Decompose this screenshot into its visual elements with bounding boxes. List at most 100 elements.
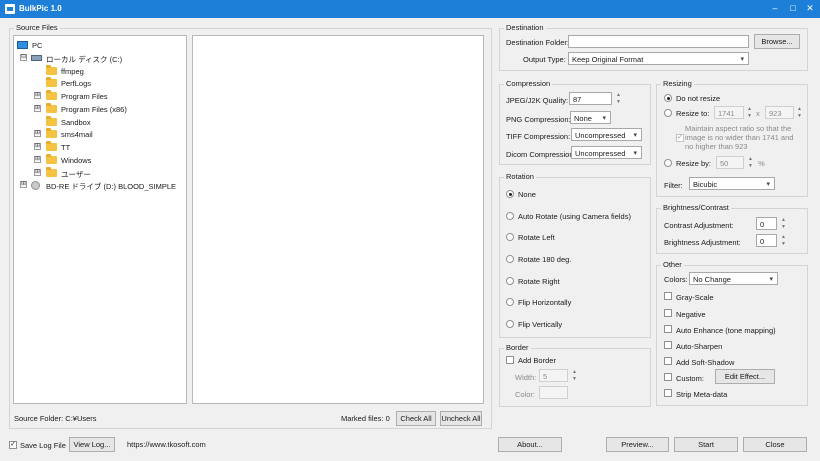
resize-to-radio[interactable] <box>664 109 672 117</box>
tree-item[interactable]: PerfLogs <box>14 77 184 89</box>
tree-item[interactable]: ⊞ TT <box>14 141 184 153</box>
spin-down-icon[interactable]: ▼ <box>571 376 578 383</box>
expand-icon[interactable]: ⊞ <box>34 143 41 150</box>
spin-up-icon[interactable]: ▲ <box>780 234 787 241</box>
output-type-select[interactable]: Keep Original Format ▾ <box>568 52 749 65</box>
folder-tree[interactable]: PC ⊟ ローカル ディスク (C:) ffmpeg PerfLogs ⊞ Program … <box>13 35 187 404</box>
tree-item-label: ローカル ディスク (C:) <box>46 54 123 64</box>
resize-height-input[interactable]: 923 <box>765 106 794 119</box>
uncheck-all-button[interactable]: Uncheck All <box>440 411 482 426</box>
spin-down-icon[interactable]: ▼ <box>780 241 787 248</box>
edit-effect-button[interactable]: Edit Effect... <box>715 369 775 384</box>
maintain-aspect-checkbox[interactable]: ✓ <box>676 134 684 142</box>
rotation-radio[interactable] <box>506 277 514 285</box>
resize-percent-sign: % <box>758 159 765 168</box>
collapse-icon[interactable]: ⊟ <box>20 53 27 61</box>
resize-by-radio[interactable] <box>664 159 672 167</box>
expand-icon[interactable]: ⊞ <box>34 92 41 99</box>
rotation-radio[interactable] <box>506 212 514 220</box>
preview-button[interactable]: Preview... <box>606 437 669 452</box>
png-compression-select[interactable]: None ▾ <box>570 111 611 124</box>
tree-item[interactable]: ⊞ sms4mail <box>14 128 184 140</box>
tree-item[interactable]: Sandbox <box>14 115 184 128</box>
tree-item[interactable]: ⊞ ユーザー <box>14 166 184 179</box>
spin-up-icon[interactable]: ▲ <box>747 156 754 163</box>
save-log-checkbox[interactable]: ✓ <box>9 441 17 449</box>
spin-down-icon[interactable]: ▼ <box>615 99 622 106</box>
gray-scale-checkbox[interactable] <box>664 292 672 300</box>
compression-label: Compression <box>504 79 553 88</box>
filter-select[interactable]: Bicubic ▾ <box>689 177 775 190</box>
rotation-radio[interactable] <box>506 255 514 263</box>
spin-up-icon[interactable]: ▲ <box>796 106 803 113</box>
spin-up-icon[interactable]: ▲ <box>746 106 753 113</box>
jpeg-quality-input[interactable]: 87 <box>569 92 612 105</box>
tree-item[interactable]: ⊟ ローカル ディスク (C:) <box>14 52 184 64</box>
about-button[interactable]: About... <box>498 437 562 452</box>
tiff-compression-select[interactable]: Uncompressed ▾ <box>571 128 642 141</box>
close-window-button[interactable]: ✕ <box>804 2 816 15</box>
spin-up-icon[interactable]: ▲ <box>571 369 578 376</box>
tree-item[interactable]: ffmpeg <box>14 64 184 77</box>
spin-down-icon[interactable]: ▼ <box>747 163 754 170</box>
strip-meta-checkbox[interactable] <box>664 389 672 397</box>
resize-percent-input[interactable]: 50 <box>716 156 744 169</box>
negative-checkbox[interactable] <box>664 309 672 317</box>
tree-item[interactable]: PC <box>14 39 184 51</box>
expand-icon[interactable]: ⊞ <box>34 155 41 163</box>
spin-up-icon[interactable]: ▲ <box>780 217 787 224</box>
custom-checkbox[interactable] <box>664 373 672 381</box>
rotation-option-label: Rotate 180 deg. <box>518 255 572 264</box>
rotation-radio[interactable] <box>506 233 514 241</box>
expand-icon[interactable]: ⊞ <box>34 104 41 112</box>
spin-down-icon[interactable]: ▼ <box>780 224 787 231</box>
resize-width-spinner[interactable]: ▲ ▼ <box>746 106 753 120</box>
colors-value: No Change <box>693 275 731 284</box>
check-all-button[interactable]: Check All <box>396 411 436 426</box>
contrast-spinner[interactable]: ▲ ▼ <box>780 217 787 231</box>
add-soft-shadow-label: Add Soft-Shadow <box>676 358 735 367</box>
dicom-compression-select[interactable]: Uncompressed ▾ <box>571 146 642 159</box>
rotation-option-label: None <box>518 190 536 199</box>
rotation-radio[interactable] <box>506 190 514 198</box>
maximize-button[interactable]: □ <box>787 2 799 15</box>
expand-icon[interactable]: ⊞ <box>34 130 41 138</box>
resize-height-spinner[interactable]: ▲ ▼ <box>796 106 803 120</box>
border-color-swatch[interactable] <box>539 386 568 399</box>
tree-item[interactable]: ⊞ BD-RE ドライブ (D:) BLOOD_SIMPLE <box>14 179 184 191</box>
do-not-resize-radio[interactable] <box>664 94 672 102</box>
close-button[interactable]: Close <box>743 437 807 452</box>
browse-button[interactable]: Browse... <box>754 34 800 49</box>
expand-icon[interactable]: ⊞ <box>20 181 27 189</box>
resize-width-input[interactable]: 1741 <box>714 106 744 119</box>
tree-item[interactable]: ⊞ Program Files (x86) <box>14 102 184 115</box>
tree-item[interactable]: ⊞ Program Files <box>14 90 184 102</box>
rotation-radio[interactable] <box>506 320 514 328</box>
folder-icon <box>46 77 57 88</box>
border-width-spinner[interactable]: ▲ ▼ <box>571 369 578 383</box>
border-width-input[interactable]: 5 <box>539 369 568 382</box>
auto-sharpen-checkbox[interactable] <box>664 341 672 349</box>
rotation-radio[interactable] <box>506 298 514 306</box>
view-log-button[interactable]: View Log... <box>69 437 115 452</box>
contrast-input[interactable]: 0 <box>756 217 777 230</box>
destination-folder-input[interactable] <box>568 35 749 48</box>
expand-icon[interactable]: ⊞ <box>34 168 41 176</box>
tree-item-label: BD-RE ドライブ (D:) BLOOD_SIMPLE <box>46 182 177 192</box>
add-soft-shadow-checkbox[interactable] <box>664 357 672 365</box>
resize-percent-spinner[interactable]: ▲ ▼ <box>747 156 754 170</box>
auto-enhance-checkbox[interactable] <box>664 325 672 333</box>
website-link[interactable]: https://www.tkosoft.com <box>127 440 206 449</box>
brightness-spinner[interactable]: ▲ ▼ <box>780 234 787 248</box>
spin-up-icon[interactable]: ▲ <box>615 92 622 99</box>
brightness-input[interactable]: 0 <box>756 234 777 247</box>
spin-down-icon[interactable]: ▼ <box>746 113 753 120</box>
jpeg-quality-spinner[interactable]: ▲ ▼ <box>615 92 622 106</box>
start-button[interactable]: Start <box>674 437 738 452</box>
file-list[interactable] <box>192 35 484 404</box>
spin-down-icon[interactable]: ▼ <box>796 113 803 120</box>
colors-select[interactable]: No Change ▾ <box>689 272 778 285</box>
add-border-checkbox[interactable] <box>506 356 514 364</box>
tree-item[interactable]: ⊞ Windows <box>14 153 184 166</box>
minimize-button[interactable]: – <box>769 2 781 15</box>
